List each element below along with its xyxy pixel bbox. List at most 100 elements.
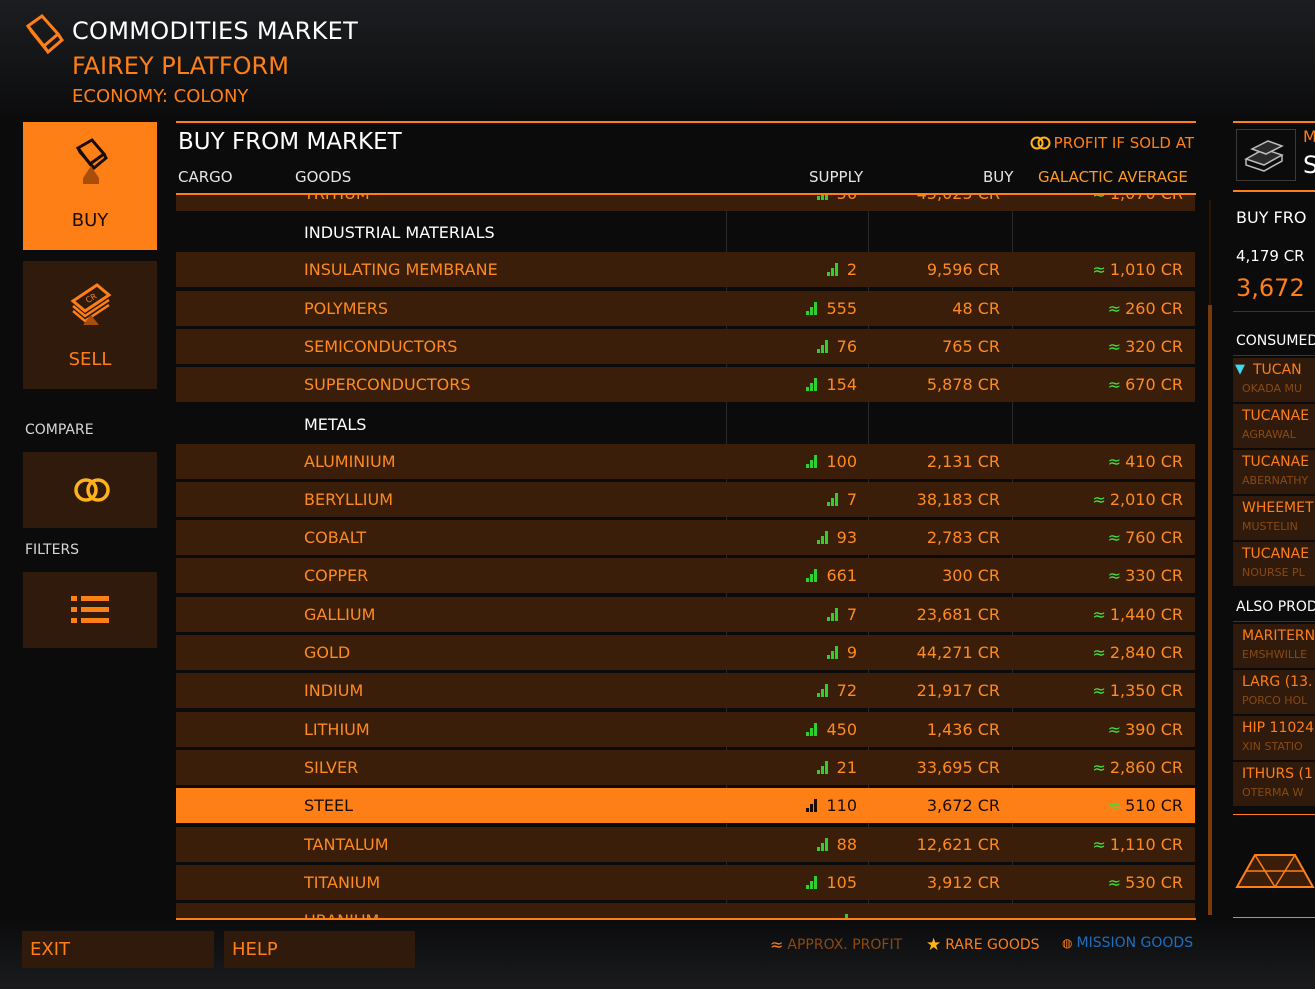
approx-profit-icon: ≈ (1092, 757, 1106, 777)
buy-price: 38,183 CR (916, 489, 1000, 509)
commodity-row[interactable]: SEMICONDUCTORS 76 765 CR ≈320 CR (176, 328, 1195, 364)
supply-signal-icon (806, 875, 820, 889)
commodity-row[interactable]: INSULATING MEMBRANE 2 9,596 CR ≈1,010 CR (176, 252, 1195, 288)
filters-label: FILTERS (25, 542, 80, 558)
commodity-name: TITANIUM (304, 872, 381, 892)
supply-value: 93 (836, 528, 857, 548)
consumer-entry[interactable]: TUCANAE ABERNATHY (1233, 450, 1315, 494)
galactic-average-value: 1,440 CR (1109, 604, 1183, 624)
compare-rings-icon (74, 478, 110, 502)
commodity-row[interactable]: SUPERCONDUCTORS 154 5,878 CR ≈670 CR (176, 367, 1195, 403)
cargo-column-header[interactable]: CARGO (178, 168, 233, 186)
approx-profit-icon: ≈ (1107, 451, 1122, 471)
buy-price: 765 CR (942, 336, 1000, 356)
supply-cell: 56 (728, 195, 857, 211)
producer-entry[interactable]: MARITERN EMSHWILLE (1233, 624, 1315, 668)
supply-cell: 555 (728, 291, 857, 326)
consumer-entry[interactable]: TUCAN OKADA MU ▼ (1233, 358, 1315, 402)
supply-value: 9 (846, 643, 857, 662)
mission-marker-icon: ▼ (1235, 362, 1245, 377)
producer-entry[interactable]: ITHURS (1 OTERMA W (1233, 762, 1315, 806)
producer-entry[interactable]: LARG (13. PORCO HOL (1233, 670, 1315, 714)
steel-ingot-icon (1236, 129, 1296, 181)
buy-price: 2,131 CR (926, 451, 1000, 471)
exit-button-label: EXIT (30, 939, 71, 960)
star-icon: ★ (926, 935, 942, 955)
supply-signal-icon (816, 684, 831, 698)
buy-price: 23,681 CR (916, 604, 1000, 624)
consumer-entry[interactable]: TUCANAE NOURSE PL (1233, 542, 1315, 586)
supply-value: 100 (826, 451, 857, 471)
detail-divider (1233, 814, 1315, 815)
supply-signal-icon (806, 569, 820, 583)
station-name: OKADA MU (1242, 382, 1303, 395)
approx-profit-icon: ≈ (1092, 260, 1106, 280)
galactic-average-value: 760 CR (1125, 528, 1183, 548)
commodity-row[interactable]: TANTALUM 88 12,621 CR ≈1,110 CR (176, 826, 1195, 862)
commodity-row[interactable]: LITHIUM 450 1,436 CR ≈390 CR (176, 711, 1195, 747)
commodity-name: STEEL (304, 796, 354, 816)
supply-cell: 450 (728, 712, 857, 747)
commodity-row[interactable]: COPPER 661 300 CR ≈330 CR (176, 558, 1195, 594)
supply-signal-icon (816, 531, 831, 545)
goods-column-header[interactable]: GOODS (295, 168, 351, 186)
station-name: NOURSE PL (1242, 566, 1305, 579)
commodity-row[interactable]: TRITIUM 56 45,025 CR ≈1,070 CR (176, 195, 1195, 211)
filters-button[interactable] (23, 572, 157, 648)
supply-column-header[interactable]: SUPPLY (809, 168, 863, 186)
help-button-label: HELP (232, 939, 278, 960)
scrollbar-thumb[interactable] (1208, 305, 1212, 915)
consumer-entry[interactable]: TUCANAE AGRAWAL (1233, 404, 1315, 448)
compare-button[interactable] (23, 452, 157, 528)
supply-cell: 7 (728, 597, 857, 632)
buy-price: 3,672 CR (926, 796, 1000, 816)
buy-price: 48 CR (952, 298, 1000, 318)
supply-cell: 661 (728, 558, 857, 593)
buy-price: 45,025 CR (870, 195, 1000, 211)
commodity-row[interactable]: BERYLLIUM 7 38,183 CR ≈2,010 CR (176, 481, 1195, 517)
commodity-name: COPPER (304, 566, 369, 586)
help-button[interactable]: HELP (224, 931, 415, 968)
consumer-entry[interactable]: WHEEMET MUSTELIN (1233, 496, 1315, 540)
approx-profit-icon: ≈ (1092, 681, 1106, 701)
commodity-row[interactable]: INDIUM 72 21,917 CR ≈1,350 CR (176, 673, 1195, 709)
producer-entry[interactable]: HIP 11024 XIN STATIO (1233, 716, 1315, 760)
supply-value: 7 (846, 489, 857, 509)
supply-value: 154 (826, 375, 857, 395)
galactic-average-value: 2,860 CR (1109, 757, 1183, 777)
buy-column-header[interactable]: BUY (983, 168, 1013, 186)
galactic-average-cell: ≈410 CR (1014, 444, 1183, 479)
profit-header: PROFIT IF SOLD AT (1030, 134, 1194, 152)
commodity-row[interactable]: COBALT 93 2,783 CR ≈760 CR (176, 520, 1195, 556)
supply-value: 7 (846, 604, 857, 624)
galactic-average-column-header[interactable]: GALACTIC AVERAGE (1038, 168, 1188, 186)
buy-tab[interactable]: BUY (23, 122, 157, 250)
commodity-row[interactable]: TITANIUM 105 3,912 CR ≈530 CR (176, 864, 1195, 900)
commodity-row[interactable]: POLYMERS 555 48 CR ≈260 CR (176, 290, 1195, 326)
detail-type-initial: M (1303, 127, 1315, 146)
galactic-average-cell: ≈510 CR (1014, 788, 1183, 823)
commodity-row[interactable]: GOLD 9 44,271 CR ≈2,840 CR (176, 635, 1195, 670)
exit-button[interactable]: EXIT (22, 931, 214, 968)
sell-credits-icon: CR (70, 283, 112, 325)
commodity-row[interactable]: ALUMINIUM 100 2,131 CR ≈410 CR (176, 443, 1195, 479)
system-name: ITHURS (1 (1242, 766, 1313, 782)
approx-profit-icon: ≈ (1092, 643, 1106, 662)
sell-tab[interactable]: CR SELL (23, 261, 157, 389)
galactic-average-cell: ≈260 CR (1014, 291, 1183, 326)
galactic-average-value: 390 CR (1125, 719, 1183, 739)
legend-rare-goods: ★ RARE GOODS (926, 935, 1040, 955)
galactic-average-cell: ≈1,010 CR (1014, 252, 1183, 287)
commodity-name: TANTALUM (304, 834, 389, 854)
category-label: INDUSTRIAL MATERIALS (304, 223, 495, 243)
commodity-row[interactable]: SILVER 21 33,695 CR ≈2,860 CR (176, 749, 1195, 785)
station-name: FAIREY PLATFORM (72, 52, 289, 80)
supply-value: 56 (837, 195, 857, 211)
selected-commodity-row[interactable]: STEEL 110 3,672 CR ≈510 CR (176, 788, 1195, 824)
buy-price: 300 CR (942, 566, 1000, 586)
station-name: MUSTELIN (1242, 520, 1298, 533)
station-name: XIN STATIO (1242, 740, 1303, 753)
commodity-row[interactable]: GALLIUM 7 23,681 CR ≈1,440 CR (176, 596, 1195, 632)
galactic-average-cell: ≈1,070 CR (1014, 195, 1183, 211)
legend-rare-label: RARE GOODS (945, 937, 1040, 953)
